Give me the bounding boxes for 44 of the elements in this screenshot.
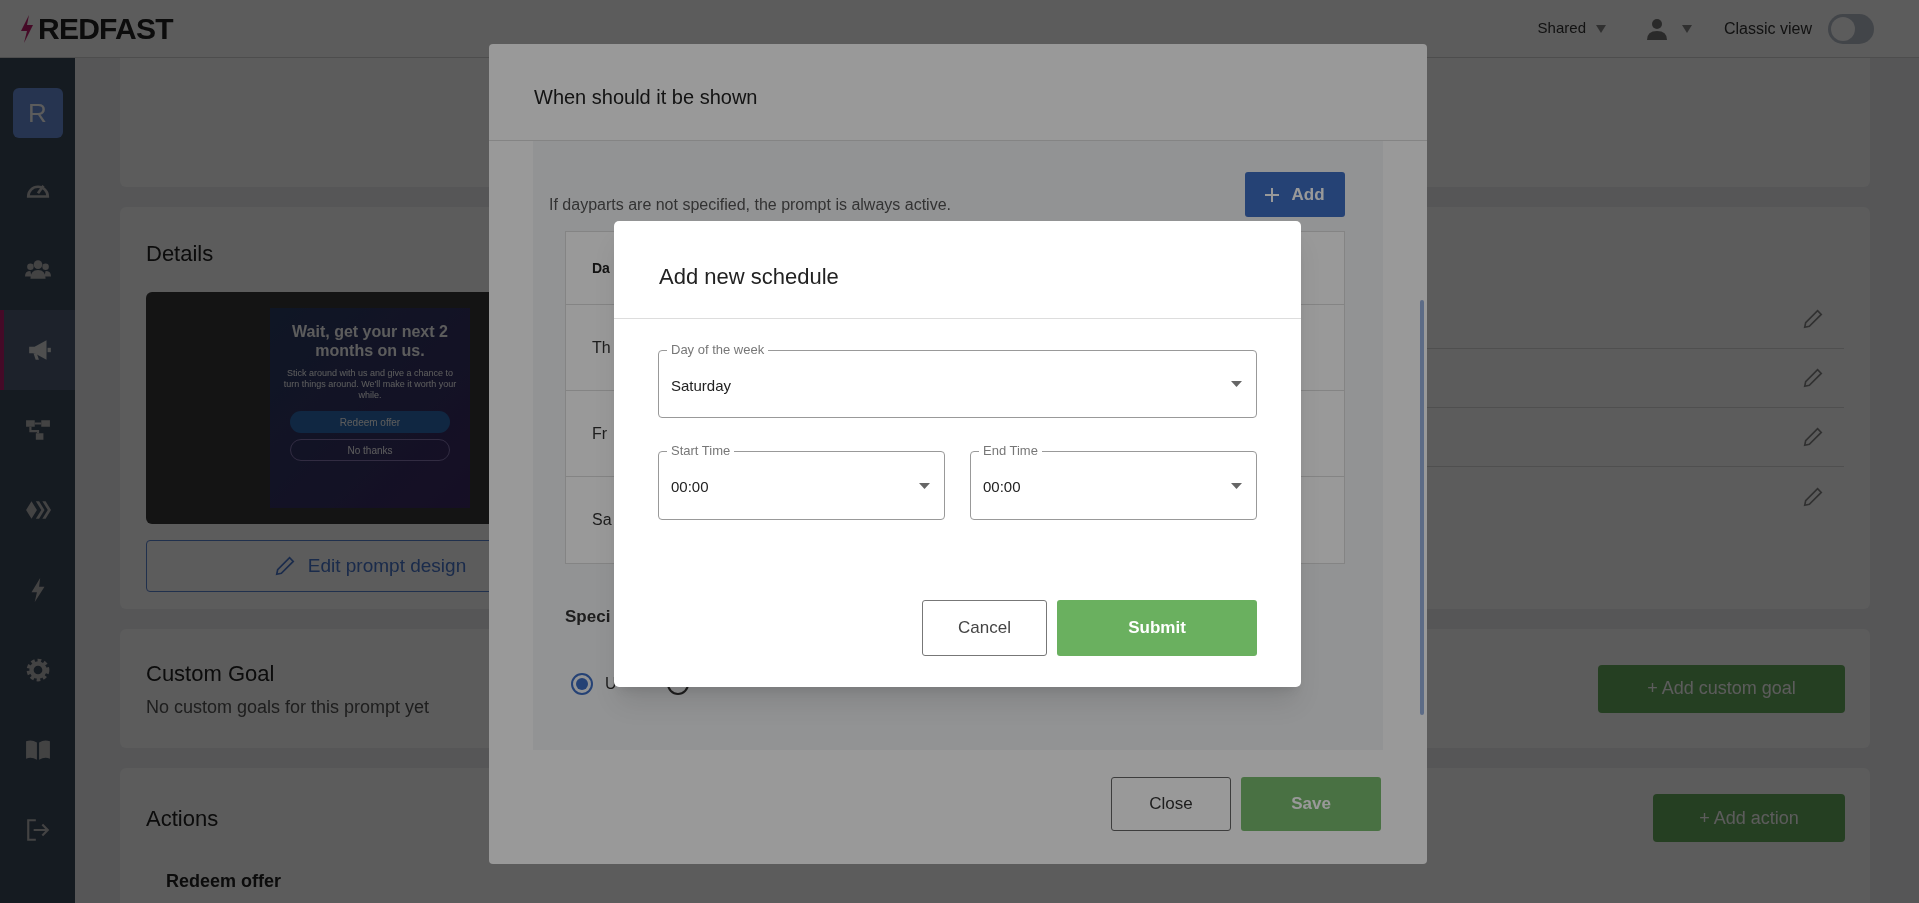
flowchart-icon <box>24 417 51 443</box>
section-title: Speci <box>565 606 611 628</box>
pencil-icon <box>273 555 296 577</box>
settings-icon <box>24 657 51 683</box>
shared-menu[interactable]: Shared <box>1537 17 1606 40</box>
column-header: Da <box>592 258 610 278</box>
plus-icon <box>1265 187 1280 202</box>
bolt-logo-icon <box>20 14 34 43</box>
dialog-title: Add new schedule <box>614 221 1301 319</box>
classic-view-toggle[interactable] <box>1828 13 1874 44</box>
user-icon <box>1646 17 1668 40</box>
pencil-icon <box>1802 426 1824 448</box>
table-cell-text: Sa <box>592 510 612 530</box>
close-button[interactable]: Close <box>1111 777 1231 831</box>
caret-icon <box>1231 482 1242 489</box>
table-cell-text: Th <box>592 337 611 358</box>
card-title: Details <box>146 240 214 268</box>
submit-button[interactable]: Submit <box>1057 600 1257 656</box>
caret-icon <box>1596 24 1606 33</box>
logout-icon <box>24 817 51 843</box>
cancel-button[interactable]: Cancel <box>922 600 1047 656</box>
prompt-headline: Wait, get your next 2 months on us. <box>291 322 449 360</box>
redeem-offer-button[interactable]: Redeem offer <box>290 411 450 433</box>
pencil-icon <box>1802 367 1824 389</box>
sidebar-item[interactable] <box>0 310 75 390</box>
action-name: Redeem offer <box>166 870 282 893</box>
caret-icon <box>1231 381 1242 387</box>
caret-icon <box>1682 24 1692 33</box>
table-cell-text: Fr <box>592 423 608 444</box>
pencil-icon <box>1802 485 1824 508</box>
pencil-icon <box>1802 308 1824 330</box>
hint-text: If dayparts are not specified, the prompt is always active. <box>549 194 951 215</box>
card-subtitle: No custom goals for this prompt yet <box>146 695 430 719</box>
card-title: Custom Goal <box>146 659 275 688</box>
add-button[interactable]: Add <box>1245 172 1345 217</box>
user-menu[interactable] <box>1646 17 1692 40</box>
caret-icon <box>919 482 930 489</box>
scrollbar[interactable] <box>1420 300 1424 715</box>
classic-view-label: Classic view <box>1724 18 1812 39</box>
logo-text: REDFAST <box>38 13 173 44</box>
card-title: Actions <box>146 804 219 833</box>
megaphone-icon <box>26 337 53 363</box>
book-icon <box>24 737 51 763</box>
save-button[interactable]: Save <box>1241 777 1381 831</box>
